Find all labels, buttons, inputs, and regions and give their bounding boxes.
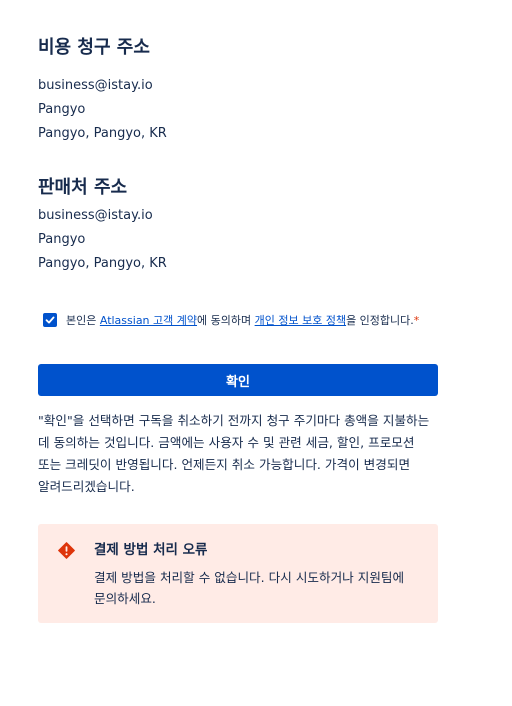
error-icon: [58, 542, 75, 559]
billing-disclaimer: "확인"을 선택하면 구독을 취소하기 전까지 청구 주기마다 총액을 지불하는…: [38, 413, 430, 494]
error-message: 결제 방법을 처리할 수 없습니다. 다시 시도하거나 지원팀에 문의하세요.: [94, 570, 405, 606]
consent-prefix: 본인은: [66, 314, 100, 327]
seller-address-section: 판매처 주소 business@istay.io Pangyo Pangyo, …: [38, 176, 438, 276]
billing-email: business@istay.io: [38, 78, 153, 93]
seller-address-title: 판매처 주소: [38, 177, 128, 198]
error-title: 결제 방법 처리 오류: [94, 542, 208, 558]
billing-address-line1: Pangyo: [38, 102, 86, 117]
seller-email: business@istay.io: [38, 208, 153, 223]
billing-address-line2: Pangyo, Pangyo, KR: [38, 126, 167, 141]
consent-middle: 에 동의하며: [197, 314, 255, 327]
consent-checkbox[interactable]: [43, 313, 57, 327]
payment-error-banner: 결제 방법 처리 오류 결제 방법을 처리할 수 없습니다. 다시 시도하거나 …: [38, 524, 438, 623]
required-indicator: *: [413, 314, 420, 327]
customer-agreement-link[interactable]: Atlassian 고객 계약: [100, 314, 197, 327]
checkmark-icon: [45, 316, 55, 324]
consent-suffix: 을 인정합니다.: [346, 314, 414, 327]
seller-address-line1: Pangyo: [38, 232, 86, 247]
seller-address-line2: Pangyo, Pangyo, KR: [38, 256, 167, 271]
billing-address-lines: business@istay.io Pangyo Pangyo, Pangyo,…: [38, 74, 438, 146]
consent-text: 본인은 Atlassian 고객 계약에 동의하며 개인 정보 보호 정책을 인…: [66, 311, 419, 331]
confirm-button[interactable]: 확인: [38, 364, 438, 396]
consent-row: 본인은 Atlassian 고객 계약에 동의하며 개인 정보 보호 정책을 인…: [43, 311, 433, 331]
billing-address-title: 비용 청구 주소: [38, 37, 150, 58]
seller-address-lines: business@istay.io Pangyo Pangyo, Pangyo,…: [38, 204, 438, 276]
checkout-page: 비용 청구 주소 business@istay.io Pangyo Pangyo…: [0, 0, 512, 706]
billing-address-section: 비용 청구 주소 business@istay.io Pangyo Pangyo…: [38, 36, 438, 146]
privacy-policy-link[interactable]: 개인 정보 보호 정책: [255, 314, 346, 327]
